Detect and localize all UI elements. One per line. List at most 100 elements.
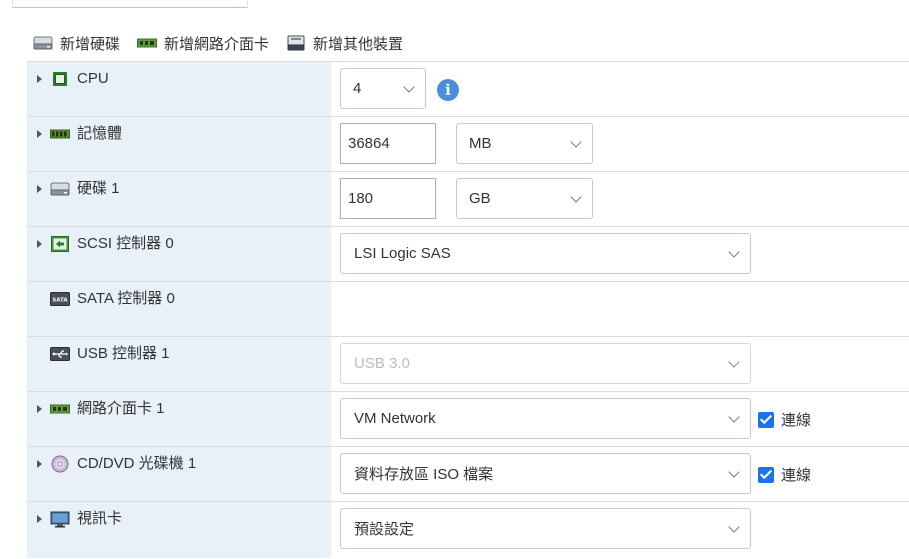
cpu-label: CPU xyxy=(77,70,109,87)
network-adapter-value-cell: VM Network 連線 xyxy=(331,392,909,446)
table-row-network-adapter: 網路介面卡 1 VM Network 連線 xyxy=(27,392,909,447)
expand-arrow-placeholder xyxy=(34,291,44,307)
table-row-hard-disk: 硬碟 1 180 GB xyxy=(27,172,909,227)
chevron-down-icon xyxy=(728,521,740,533)
device-icon xyxy=(285,35,307,51)
table-row-usb: USB 控制器 1 USB 3.0 xyxy=(27,337,909,392)
table-row-sata: SATA SATA 控制器 0 xyxy=(27,282,909,337)
cd-dvd-value-cell: 資料存放區 ISO 檔案 連線 xyxy=(331,447,909,501)
disk-size-input[interactable]: 180 xyxy=(340,178,436,219)
cpu-count-select[interactable]: 4 xyxy=(340,68,426,109)
chevron-down-icon xyxy=(570,191,582,203)
scsi-type-value: LSI Logic SAS xyxy=(354,245,451,262)
memory-icon xyxy=(50,126,70,142)
network-adapter-label: 網路介面卡 1 xyxy=(77,400,165,417)
expand-arrow-icon[interactable] xyxy=(34,126,44,142)
chevron-down-icon xyxy=(728,356,740,368)
add-other-device-label: 新增其他裝置 xyxy=(313,35,404,53)
network-connect-checkbox[interactable]: 連線 xyxy=(758,409,811,430)
checkbox-checked-icon[interactable] xyxy=(758,411,774,428)
add-network-adapter-label: 新增網路介面卡 xyxy=(164,35,270,53)
virtual-hardware-table: CPU 4 i 記憶體 36864 MB 硬碟 1 180 GB SCSI 控制… xyxy=(27,61,909,558)
scsi-value-cell: LSI Logic SAS xyxy=(331,227,909,281)
cd-dvd-media-select[interactable]: 資料存放區 ISO 檔案 xyxy=(340,453,751,494)
add-hard-disk-label: 新增硬碟 xyxy=(60,35,121,53)
cpu-icon xyxy=(50,71,70,87)
network-select[interactable]: VM Network xyxy=(340,398,751,439)
info-icon[interactable]: i xyxy=(437,79,459,101)
chevron-down-icon xyxy=(570,136,582,148)
memory-size-value: 36864 xyxy=(348,135,390,152)
scsi-label-cell: SCSI 控制器 0 xyxy=(27,227,331,281)
expand-arrow-icon[interactable] xyxy=(34,181,44,197)
memory-label-cell: 記憶體 xyxy=(27,117,331,171)
sata-label-cell: SATA SATA 控制器 0 xyxy=(27,282,331,336)
hard-disk-label: 硬碟 1 xyxy=(77,180,120,197)
usb-type-value: USB 3.0 xyxy=(354,355,410,372)
hard-disk-label-cell: 硬碟 1 xyxy=(27,172,331,226)
video-settings-select[interactable]: 預設設定 xyxy=(340,508,751,549)
network-connect-label: 連線 xyxy=(781,412,812,429)
cd-dvd-icon xyxy=(50,455,70,473)
disk-size-value: 180 xyxy=(348,190,374,207)
usb-label-cell: USB 控制器 1 xyxy=(27,337,331,391)
network-adapter-label-cell: 網路介面卡 1 xyxy=(27,392,331,446)
cd-dvd-connect-label: 連線 xyxy=(781,467,812,484)
hard-disk-icon xyxy=(50,181,70,197)
chevron-down-icon xyxy=(728,411,740,423)
memory-size-input[interactable]: 36864 xyxy=(340,123,436,164)
scsi-type-select[interactable]: LSI Logic SAS xyxy=(340,233,751,274)
usb-controller-icon xyxy=(50,346,70,362)
toolbar: 新增硬碟 新增網路介面卡 新增其他裝置 xyxy=(32,30,419,56)
usb-type-select: USB 3.0 xyxy=(340,343,751,384)
checkbox-checked-icon[interactable] xyxy=(758,466,774,483)
network-card-icon xyxy=(136,35,158,51)
sata-value-cell xyxy=(331,282,909,336)
cd-dvd-media-value: 資料存放區 ISO 檔案 xyxy=(354,466,494,483)
add-network-adapter-button[interactable]: 新增網路介面卡 xyxy=(136,33,269,54)
expand-arrow-icon[interactable] xyxy=(34,456,44,472)
tab-underline xyxy=(12,0,248,8)
cpu-label-cell: CPU xyxy=(27,62,331,116)
memory-unit-value: MB xyxy=(469,135,492,152)
expand-arrow-placeholder xyxy=(34,346,44,362)
sata-controller-icon: SATA xyxy=(50,291,70,307)
expand-arrow-icon[interactable] xyxy=(34,71,44,87)
video-card-label-cell: 視訊卡 xyxy=(27,502,331,558)
cd-dvd-connect-checkbox[interactable]: 連線 xyxy=(758,464,811,485)
disk-unit-value: GB xyxy=(469,190,491,207)
chevron-down-icon xyxy=(403,81,415,93)
video-card-value-cell: 預設設定 xyxy=(331,502,909,558)
add-hard-disk-button[interactable]: 新增硬碟 xyxy=(32,33,120,54)
expand-arrow-icon[interactable] xyxy=(34,236,44,252)
chevron-down-icon xyxy=(728,246,740,258)
usb-value-cell: USB 3.0 xyxy=(331,337,909,391)
hard-disk-icon xyxy=(32,35,54,51)
network-value: VM Network xyxy=(354,410,436,427)
table-row-cpu: CPU 4 i xyxy=(27,62,909,117)
scsi-controller-icon xyxy=(50,236,70,252)
table-row-cd-dvd: CD/DVD 光碟機 1 資料存放區 ISO 檔案 連線 xyxy=(27,447,909,502)
table-row-memory: 記憶體 36864 MB xyxy=(27,117,909,172)
video-settings-value: 預設設定 xyxy=(354,521,415,538)
usb-label: USB 控制器 1 xyxy=(77,345,170,362)
table-row-video-card: 視訊卡 預設設定 xyxy=(27,502,909,558)
memory-unit-select[interactable]: MB xyxy=(456,123,593,164)
scsi-label: SCSI 控制器 0 xyxy=(77,235,174,252)
cpu-count-value: 4 xyxy=(353,80,362,97)
svg-text:SATA: SATA xyxy=(52,298,68,304)
chevron-down-icon xyxy=(728,466,740,478)
cd-dvd-label-cell: CD/DVD 光碟機 1 xyxy=(27,447,331,501)
expand-arrow-icon[interactable] xyxy=(34,511,44,527)
cpu-value-cell: 4 i xyxy=(331,62,909,116)
memory-value-cell: 36864 MB xyxy=(331,117,909,171)
add-other-device-button[interactable]: 新增其他裝置 xyxy=(285,33,403,54)
disk-unit-select[interactable]: GB xyxy=(456,178,593,219)
cd-dvd-label: CD/DVD 光碟機 1 xyxy=(77,455,197,472)
hard-disk-value-cell: 180 GB xyxy=(331,172,909,226)
video-card-label: 視訊卡 xyxy=(77,510,123,527)
memory-label: 記憶體 xyxy=(77,125,123,142)
expand-arrow-icon[interactable] xyxy=(34,401,44,417)
table-row-scsi: SCSI 控制器 0 LSI Logic SAS xyxy=(27,227,909,282)
sata-label: SATA 控制器 0 xyxy=(77,290,175,307)
